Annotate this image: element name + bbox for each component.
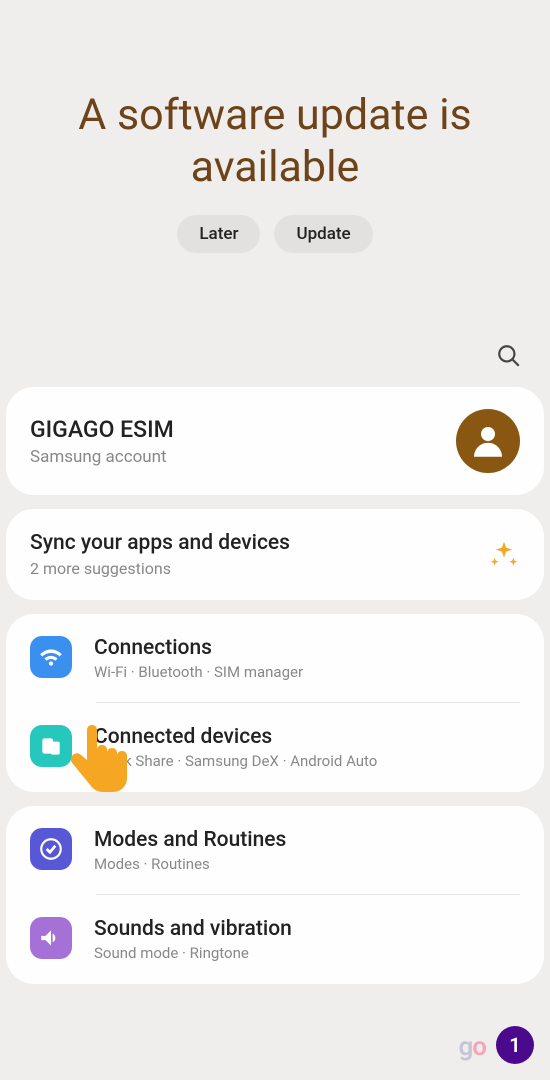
wifi-icon xyxy=(30,636,72,678)
settings-group-2: Modes and Routines Modes · Routines Soun… xyxy=(6,806,544,984)
update-button[interactable]: Update xyxy=(274,215,372,253)
connected-devices-subtitle: Quick Share · Samsung DeX · Android Auto xyxy=(94,752,377,770)
search-icon[interactable] xyxy=(496,343,522,369)
later-button[interactable]: Later xyxy=(177,215,260,253)
avatar[interactable] xyxy=(456,409,520,473)
sounds-title: Sounds and vibration xyxy=(94,917,292,941)
sync-suggestion-card[interactable]: Sync your apps and devices 2 more sugges… xyxy=(6,509,544,600)
sync-subtitle: 2 more suggestions xyxy=(30,559,290,578)
settings-group-1: Connections Wi-Fi · Bluetooth · SIM mana… xyxy=(6,614,544,792)
sparkle-icon xyxy=(488,539,520,571)
search-row xyxy=(0,293,550,387)
connections-title: Connections xyxy=(94,636,303,660)
connections-subtitle: Wi-Fi · Bluetooth · SIM manager xyxy=(94,663,303,681)
update-button-row: Later Update xyxy=(20,215,530,253)
sound-icon xyxy=(30,917,72,959)
modes-icon xyxy=(30,828,72,870)
settings-item-modes[interactable]: Modes and Routines Modes · Routines xyxy=(6,806,544,895)
account-subtitle: Samsung account xyxy=(30,447,174,467)
update-banner: A software update is available Later Upd… xyxy=(0,0,550,293)
modes-title: Modes and Routines xyxy=(94,828,286,852)
modes-subtitle: Modes · Routines xyxy=(94,855,286,873)
account-name: GIGAGO ESIM xyxy=(30,416,174,443)
sounds-subtitle: Sound mode · Ringtone xyxy=(94,944,292,962)
account-card[interactable]: GIGAGO ESIM Samsung account xyxy=(6,387,544,495)
go-logo: go xyxy=(458,1032,486,1062)
settings-item-connected-devices[interactable]: Connected devices Quick Share · Samsung … xyxy=(6,703,544,792)
person-icon xyxy=(467,420,509,462)
update-title: A software update is available xyxy=(20,90,530,193)
step-badge: 1 xyxy=(496,1026,534,1064)
settings-item-connections[interactable]: Connections Wi-Fi · Bluetooth · SIM mana… xyxy=(6,614,544,703)
sync-title: Sync your apps and devices xyxy=(30,531,290,555)
devices-icon xyxy=(30,725,72,767)
settings-item-sounds[interactable]: Sounds and vibration Sound mode · Ringto… xyxy=(6,895,544,984)
connected-devices-title: Connected devices xyxy=(94,725,377,749)
